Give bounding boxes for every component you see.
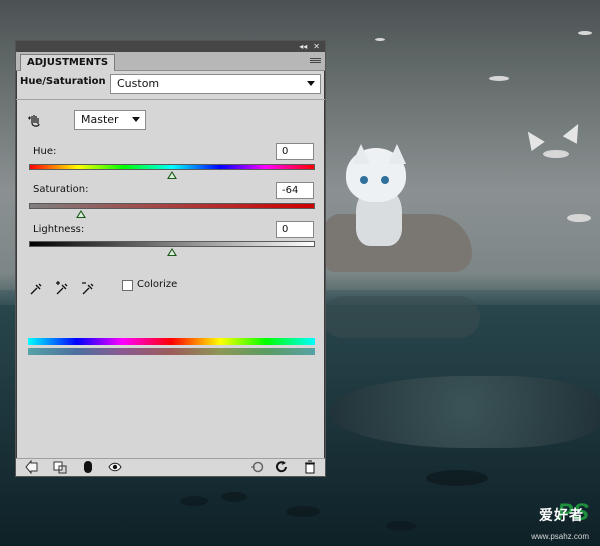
fish: [286, 506, 320, 517]
channel-select[interactable]: Master: [74, 110, 146, 130]
seagull-wing: [521, 127, 545, 151]
lightness-slider-thumb[interactable]: [167, 248, 177, 256]
panel-menu-icon[interactable]: [310, 56, 321, 64]
kitten-left-ear: [352, 144, 370, 164]
lightness-label: Lightness:: [33, 224, 85, 235]
lightness-slider[interactable]: [29, 241, 315, 247]
kitten-left-eye: [360, 176, 368, 184]
seagull: [567, 214, 591, 222]
kitten-right-ear: [388, 144, 406, 164]
close-icon[interactable]: ✕: [313, 41, 320, 52]
panel-tab-row: ADJUSTMENTS: [16, 52, 325, 71]
watermark: PS 爱好者 www.psahz.com: [531, 501, 589, 542]
visibility-eye-icon[interactable]: [107, 460, 123, 474]
clip-layer-icon[interactable]: [52, 460, 68, 474]
tab-adjustments[interactable]: ADJUSTMENTS: [20, 54, 116, 71]
chevron-down-icon: [307, 81, 315, 86]
collapse-icon[interactable]: ◂◂: [299, 41, 307, 52]
panel-bottom-toolbar: [16, 458, 325, 476]
distant-bird: [489, 76, 509, 81]
section-divider: [16, 99, 325, 100]
adjustments-panel: ◂◂ ✕ ADJUSTMENTS Hue/Saturation Custom M…: [15, 40, 326, 477]
fish: [426, 470, 488, 486]
colorize-checkbox[interactable]: [122, 280, 133, 291]
colorize-label: Colorize: [137, 279, 178, 290]
output-color-range-bar: [28, 348, 315, 355]
back-arrow-icon[interactable]: [24, 460, 40, 474]
saturation-slider-thumb[interactable]: [76, 210, 86, 218]
hue-slider[interactable]: [29, 164, 315, 170]
saturation-slider[interactable]: [29, 203, 315, 209]
hue-label: Hue:: [33, 146, 57, 157]
input-color-range-bar: [28, 338, 315, 345]
chevron-down-icon: [132, 117, 140, 122]
panel-titlebar: ◂◂ ✕: [16, 41, 325, 52]
kitten-right-eye: [381, 176, 389, 184]
seagull-wing: [562, 120, 586, 144]
preset-select[interactable]: Custom: [110, 74, 321, 94]
channel-value: Master: [81, 113, 119, 126]
hue-slider-thumb[interactable]: [167, 171, 177, 179]
lightness-input[interactable]: 0: [276, 221, 314, 238]
fish: [180, 496, 208, 506]
previous-state-icon[interactable]: [249, 460, 265, 474]
eyedropper-plus-icon[interactable]: [54, 280, 71, 297]
whale-shark: [330, 376, 600, 448]
mask-icon[interactable]: [80, 460, 96, 474]
seagull: [543, 150, 569, 158]
watermark-url: www.psahz.com: [531, 532, 589, 541]
reset-icon[interactable]: [274, 460, 290, 474]
adjustment-name: Hue/Saturation: [20, 76, 106, 87]
hue-input[interactable]: 0: [276, 143, 314, 160]
distant-bird: [578, 31, 592, 35]
shoe-reflection: [322, 296, 480, 338]
preset-value: Custom: [117, 77, 160, 90]
distant-bird: [375, 38, 385, 41]
saturation-label: Saturation:: [33, 184, 89, 195]
hand-adjust-icon[interactable]: [27, 113, 43, 129]
watermark-text: 爱好者: [539, 507, 584, 523]
fish: [221, 492, 247, 502]
eyedropper-minus-icon[interactable]: [80, 280, 97, 297]
saturation-input[interactable]: -64: [276, 182, 314, 199]
trash-icon[interactable]: [302, 460, 318, 474]
eyedropper-icon[interactable]: [28, 280, 45, 297]
fish: [386, 521, 416, 531]
